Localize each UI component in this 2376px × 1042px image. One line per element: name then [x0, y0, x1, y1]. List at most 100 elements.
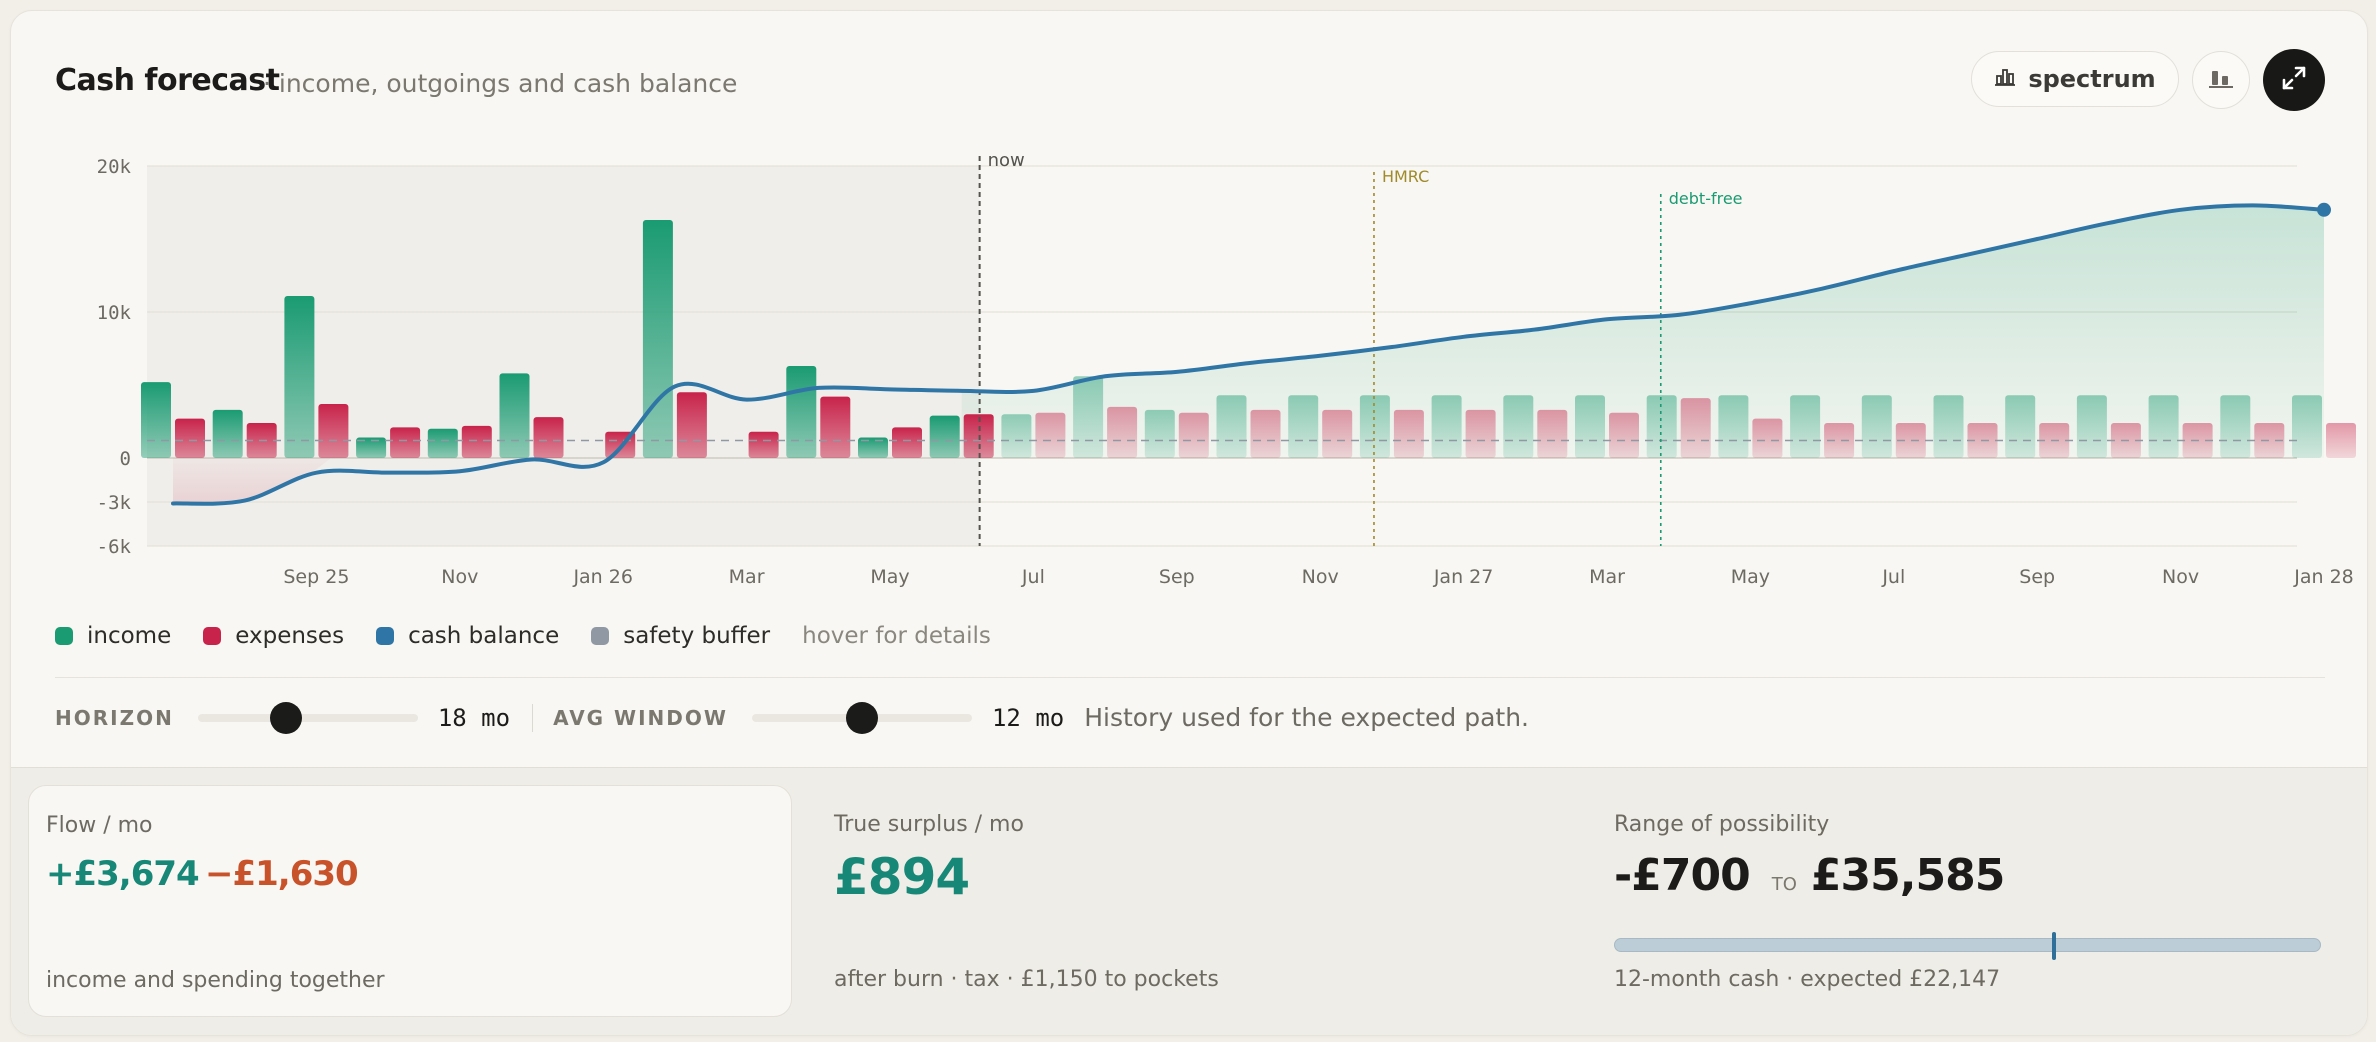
cash-forecast-chart[interactable]: 20k 10k 0 -3k -6k Sep 25 Nov Jan 26 Mar May Jul Sep… — [11, 141, 2367, 611]
x-tick-label: Jul — [1021, 566, 1045, 588]
income-bar[interactable] — [1861, 395, 1892, 458]
x-tick-label: Mar — [729, 566, 765, 588]
control-separator — [532, 703, 534, 732]
range-high: £35,585 — [1810, 850, 2005, 901]
avg-window-slider[interactable] — [751, 701, 972, 734]
range-low: -£700 — [1614, 850, 1751, 901]
income-bar[interactable] — [1288, 395, 1319, 458]
avg-window-value: 12 mo — [991, 703, 1065, 732]
expense-bar[interactable] — [892, 427, 922, 458]
legend-swatch — [591, 627, 610, 645]
surplus-value: £894 — [834, 848, 970, 906]
expense-bar[interactable] — [748, 431, 779, 458]
x-tick-label: Jan 26 — [572, 566, 633, 588]
income-bar[interactable] — [427, 428, 458, 458]
income-bar[interactable] — [2220, 395, 2251, 458]
cash-balance-end-dot — [2317, 202, 2331, 217]
income-bar[interactable] — [1216, 395, 1247, 458]
flow-label: Flow / mo — [46, 813, 153, 838]
horizon-slider-thumb[interactable] — [269, 701, 302, 734]
range-label: Range of possibility — [1614, 812, 1830, 837]
expense-bar[interactable] — [1393, 409, 1424, 458]
y-tick-label: 20k — [97, 156, 132, 178]
income-bar[interactable] — [1431, 395, 1462, 458]
income-bar[interactable] — [2076, 395, 2107, 458]
expense-bar[interactable] — [676, 392, 707, 458]
income-bar[interactable] — [212, 409, 243, 458]
x-tick-label: May — [870, 566, 909, 588]
horizon-control: HORIZON 18 mo AVG WINDOW 12 mo History u… — [55, 701, 1529, 734]
legend-item-income[interactable]: income — [55, 623, 171, 649]
legend-item-safety-buffer[interactable]: safety buffer — [591, 623, 770, 649]
y-tick-label: 0 — [120, 448, 131, 470]
expense-bar[interactable] — [1250, 409, 1281, 458]
income-bar[interactable] — [1575, 395, 1605, 458]
spectrum-view-button[interactable]: spectrum — [1971, 51, 2179, 107]
income-bar[interactable] — [499, 373, 530, 458]
income-bar[interactable] — [1933, 395, 1964, 458]
income-bar[interactable] — [642, 220, 673, 458]
expense-bar[interactable] — [1465, 409, 1496, 458]
expense-bar[interactable] — [175, 418, 205, 458]
avg-window-slider-thumb[interactable] — [845, 701, 878, 734]
expense-bar[interactable] — [1752, 418, 1783, 458]
income-bar[interactable] — [141, 382, 171, 458]
income-bar[interactable] — [1790, 395, 1821, 458]
income-bar[interactable] — [1718, 395, 1749, 458]
divider — [55, 677, 2325, 678]
flow-foot: income and spending together — [46, 968, 385, 993]
income-bar[interactable] — [284, 295, 315, 458]
horizon-slider[interactable] — [197, 701, 418, 734]
expense-bar[interactable] — [390, 427, 421, 458]
cash-forecast-card: Cash forecast · income, outgoings and ca… — [10, 10, 2368, 1036]
expense-bar[interactable] — [1178, 412, 1209, 458]
income-bar[interactable] — [2148, 395, 2179, 458]
expand-button[interactable] — [2263, 49, 2325, 111]
expense-bar[interactable] — [1107, 406, 1138, 458]
range-values: -£700 TO £35,585 — [1614, 850, 2005, 901]
expense-bar[interactable] — [1537, 409, 1568, 458]
expense-bar[interactable] — [820, 396, 851, 458]
marker-label: HMRC — [1382, 167, 1429, 186]
range-bar — [1614, 938, 2321, 952]
expense-bar[interactable] — [2326, 422, 2356, 458]
x-tick-label: Nov — [1302, 566, 1339, 588]
range-expected-marker — [2052, 932, 2057, 960]
income-bar[interactable] — [1001, 414, 1032, 458]
legend-item-expenses[interactable]: expenses — [203, 623, 344, 649]
page-subtitle: · income, outgoings and cash balance — [263, 69, 738, 98]
horizon-label: HORIZON — [55, 705, 174, 730]
x-tick-label: Sep 25 — [283, 566, 349, 588]
legend-label: safety buffer — [623, 623, 771, 649]
expense-bar[interactable] — [1680, 398, 1711, 458]
x-tick-label: Jan 27 — [1433, 566, 1494, 588]
expense-bar[interactable] — [318, 403, 349, 458]
income-bar[interactable] — [1073, 376, 1104, 458]
income-bar[interactable] — [1144, 409, 1175, 458]
expense-bar[interactable] — [1322, 409, 1353, 458]
x-tick-label: Jan 28 — [2293, 566, 2354, 588]
summary-panel: Flow / mo +£3,674 −£1,630 income and spe… — [11, 767, 2367, 1035]
income-bar[interactable] — [786, 366, 817, 458]
income-bar[interactable] — [2292, 395, 2322, 458]
income-bar[interactable] — [929, 415, 960, 458]
expense-bar[interactable] — [461, 425, 492, 458]
legend-item-cash-balance[interactable]: cash balance — [376, 623, 559, 649]
flow-stat-card: Flow / mo +£3,674 −£1,630 income and spe… — [28, 785, 792, 1017]
expense-bar[interactable] — [1609, 412, 1639, 458]
bars-view-button[interactable] — [2192, 51, 2250, 109]
avg-window-note: History used for the expected path. — [1084, 703, 1529, 732]
legend-hint: hover for details — [802, 623, 991, 649]
income-bar[interactable] — [1503, 395, 1534, 458]
page-title: Cash forecast — [55, 63, 280, 98]
surplus-label: True surplus / mo — [834, 812, 1024, 837]
expense-bar[interactable] — [1035, 412, 1066, 458]
income-bar[interactable] — [1359, 395, 1390, 458]
income-bar[interactable] — [1646, 395, 1677, 458]
bars-icon — [2208, 67, 2234, 93]
x-tick-label: Mar — [1589, 566, 1625, 588]
income-bar[interactable] — [2005, 395, 2036, 458]
expense-bar[interactable] — [533, 417, 564, 458]
range-to: TO — [1771, 874, 1797, 895]
horizon-value: 18 mo — [437, 703, 511, 732]
